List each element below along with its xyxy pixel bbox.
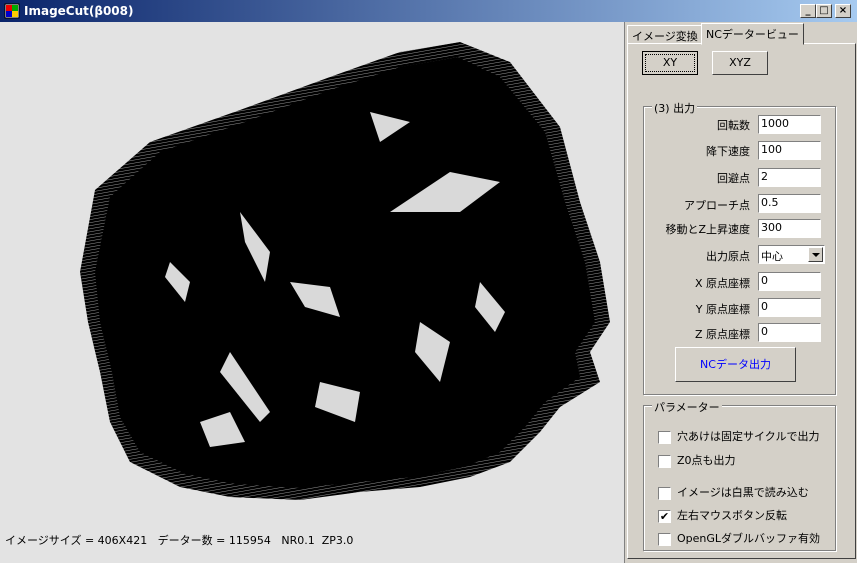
checkbox-z0-output[interactable] [658, 454, 671, 468]
right-panel: イメージ変換 NCデータービュー XY XYZ (3) 出力 回転数 1000 … [624, 22, 857, 563]
checkbox-swap-mouse-buttons[interactable]: ✔ [658, 509, 671, 523]
option-monochrome-load-label: イメージは白黒で読み込む [677, 486, 809, 499]
chevron-down-icon[interactable] [808, 247, 823, 262]
parameters-group: パラメーター 穴あけは固定サイクルで出力 Z0点も出力 イメージは白黒で読み込む… [643, 399, 836, 551]
checkbox-monochrome-load[interactable] [658, 486, 671, 500]
option-opengl-double-buffer[interactable]: OpenGLダブルバッファ有効 [658, 530, 820, 546]
x-origin-label: X 原点座標 [694, 277, 750, 290]
tab-image-convert[interactable]: イメージ変換 [627, 25, 703, 44]
option-swap-mouse-buttons[interactable]: ✔ 左右マウスボタン反転 [658, 507, 787, 523]
status-bar: イメージサイズ = 406X421 データー数 = 115954 NR0.1 Z… [5, 534, 354, 547]
option-drill-cycle[interactable]: 穴あけは固定サイクルで出力 [658, 428, 819, 444]
window-title: ImageCut(β008) [24, 4, 134, 18]
approach-point-label: アプローチ点 [684, 199, 750, 212]
xy-view-button[interactable]: XY [642, 51, 698, 75]
output-group-title: (3) 出力 [652, 100, 698, 116]
retract-point-field[interactable]: 2 [758, 168, 821, 187]
nc-view-canvas[interactable]: イメージサイズ = 406X421 データー数 = 115954 NR0.1 Z… [0, 22, 624, 563]
output-group: (3) 出力 回転数 1000 降下速度 100 回避点 2 アプローチ点 0.… [643, 100, 836, 395]
tab-page-nc-view: XY XYZ (3) 出力 回転数 1000 降下速度 100 回避点 2 アプ… [627, 43, 856, 559]
plunge-rate-label: 降下速度 [706, 145, 750, 158]
parameters-group-title: パラメーター [652, 399, 722, 415]
check-mark-icon: ✔ [659, 509, 670, 523]
option-swap-mouse-buttons-label: 左右マウスボタン反転 [677, 509, 787, 522]
spindle-speed-field[interactable]: 1000 [758, 115, 821, 134]
z-origin-label: Z 原点座標 [694, 328, 750, 341]
spindle-speed-label: 回転数 [717, 119, 750, 132]
approach-point-field[interactable]: 0.5 [758, 194, 821, 213]
y-origin-field[interactable]: 0 [758, 298, 821, 317]
xyz-view-button[interactable]: XYZ [712, 51, 768, 75]
retract-point-label: 回避点 [717, 172, 750, 185]
app-icon [4, 3, 20, 19]
feed-rate-field[interactable]: 300 [758, 219, 821, 238]
x-origin-field[interactable]: 0 [758, 272, 821, 291]
feed-rate-label: 移動とZ上昇速度 [665, 223, 750, 236]
output-origin-label: 出力原点 [706, 250, 750, 263]
plunge-rate-field[interactable]: 100 [758, 141, 821, 160]
nc-data-output-button[interactable]: NCデータ出力 [675, 347, 796, 382]
y-origin-label: Y 原点座標 [695, 303, 750, 316]
option-drill-cycle-label: 穴あけは固定サイクルで出力 [677, 430, 820, 443]
title-bar: ImageCut(β008) _ □ × [0, 0, 857, 22]
nc-toolpath-plot [80, 42, 610, 500]
checkbox-opengl-double-buffer[interactable] [658, 532, 671, 546]
minimize-button[interactable]: _ [800, 4, 816, 18]
option-z0-output[interactable]: Z0点も出力 [658, 452, 736, 468]
tab-nc-data-view[interactable]: NCデータービュー [701, 23, 804, 45]
output-origin-value: 中心 [761, 250, 783, 263]
option-monochrome-load[interactable]: イメージは白黒で読み込む [658, 484, 809, 500]
close-button[interactable]: × [835, 4, 851, 18]
maximize-button[interactable]: □ [816, 4, 832, 18]
checkbox-drill-cycle[interactable] [658, 430, 671, 444]
z-origin-field[interactable]: 0 [758, 323, 821, 342]
output-origin-select[interactable]: 中心 [758, 245, 825, 264]
option-opengl-double-buffer-label: OpenGLダブルバッファ有効 [677, 532, 821, 545]
option-z0-output-label: Z0点も出力 [677, 454, 736, 467]
